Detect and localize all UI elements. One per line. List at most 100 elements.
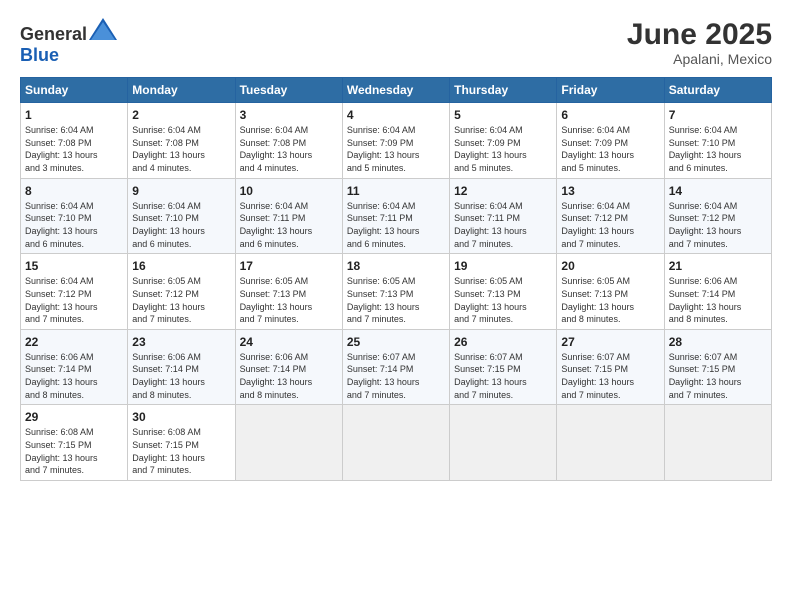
day-info: Sunrise: 6:04 AM Sunset: 7:10 PM Dayligh…	[132, 200, 230, 250]
day-cell-8: 8Sunrise: 6:04 AM Sunset: 7:10 PM Daylig…	[21, 178, 128, 254]
day-number: 19	[454, 258, 552, 274]
day-cell-18: 18Sunrise: 6:05 AM Sunset: 7:13 PM Dayli…	[342, 254, 449, 330]
day-number: 12	[454, 183, 552, 199]
day-info: Sunrise: 6:05 AM Sunset: 7:13 PM Dayligh…	[561, 275, 659, 325]
day-cell-20: 20Sunrise: 6:05 AM Sunset: 7:13 PM Dayli…	[557, 254, 664, 330]
empty-cell	[450, 405, 557, 481]
day-cell-10: 10Sunrise: 6:04 AM Sunset: 7:11 PM Dayli…	[235, 178, 342, 254]
title-block: June 2025 Apalani, Mexico	[627, 18, 772, 67]
empty-cell	[664, 405, 771, 481]
day-cell-24: 24Sunrise: 6:06 AM Sunset: 7:14 PM Dayli…	[235, 329, 342, 405]
day-number: 27	[561, 334, 659, 350]
day-number: 30	[132, 409, 230, 425]
day-info: Sunrise: 6:04 AM Sunset: 7:09 PM Dayligh…	[561, 124, 659, 174]
week-row-2: 8Sunrise: 6:04 AM Sunset: 7:10 PM Daylig…	[21, 178, 772, 254]
day-number: 28	[669, 334, 767, 350]
day-cell-27: 27Sunrise: 6:07 AM Sunset: 7:15 PM Dayli…	[557, 329, 664, 405]
day-cell-11: 11Sunrise: 6:04 AM Sunset: 7:11 PM Dayli…	[342, 178, 449, 254]
day-info: Sunrise: 6:06 AM Sunset: 7:14 PM Dayligh…	[25, 351, 123, 401]
day-number: 2	[132, 107, 230, 123]
day-number: 18	[347, 258, 445, 274]
day-cell-25: 25Sunrise: 6:07 AM Sunset: 7:14 PM Dayli…	[342, 329, 449, 405]
day-info: Sunrise: 6:04 AM Sunset: 7:09 PM Dayligh…	[454, 124, 552, 174]
day-info: Sunrise: 6:04 AM Sunset: 7:11 PM Dayligh…	[454, 200, 552, 250]
day-info: Sunrise: 6:04 AM Sunset: 7:11 PM Dayligh…	[240, 200, 338, 250]
day-cell-30: 30Sunrise: 6:08 AM Sunset: 7:15 PM Dayli…	[128, 405, 235, 481]
day-number: 20	[561, 258, 659, 274]
day-cell-26: 26Sunrise: 6:07 AM Sunset: 7:15 PM Dayli…	[450, 329, 557, 405]
col-header-wednesday: Wednesday	[342, 78, 449, 103]
day-number: 14	[669, 183, 767, 199]
day-cell-28: 28Sunrise: 6:07 AM Sunset: 7:15 PM Dayli…	[664, 329, 771, 405]
day-info: Sunrise: 6:07 AM Sunset: 7:14 PM Dayligh…	[347, 351, 445, 401]
day-cell-22: 22Sunrise: 6:06 AM Sunset: 7:14 PM Dayli…	[21, 329, 128, 405]
day-number: 24	[240, 334, 338, 350]
day-info: Sunrise: 6:04 AM Sunset: 7:08 PM Dayligh…	[240, 124, 338, 174]
day-cell-29: 29Sunrise: 6:08 AM Sunset: 7:15 PM Dayli…	[21, 405, 128, 481]
day-number: 9	[132, 183, 230, 199]
col-header-saturday: Saturday	[664, 78, 771, 103]
day-info: Sunrise: 6:05 AM Sunset: 7:13 PM Dayligh…	[347, 275, 445, 325]
day-number: 26	[454, 334, 552, 350]
day-cell-3: 3Sunrise: 6:04 AM Sunset: 7:08 PM Daylig…	[235, 103, 342, 179]
day-number: 11	[347, 183, 445, 199]
day-info: Sunrise: 6:05 AM Sunset: 7:12 PM Dayligh…	[132, 275, 230, 325]
day-cell-21: 21Sunrise: 6:06 AM Sunset: 7:14 PM Dayli…	[664, 254, 771, 330]
day-cell-7: 7Sunrise: 6:04 AM Sunset: 7:10 PM Daylig…	[664, 103, 771, 179]
week-row-5: 29Sunrise: 6:08 AM Sunset: 7:15 PM Dayli…	[21, 405, 772, 481]
logo-blue: Blue	[20, 45, 59, 65]
month-title: June 2025	[627, 18, 772, 51]
logo-icon	[89, 18, 117, 40]
day-number: 22	[25, 334, 123, 350]
day-info: Sunrise: 6:05 AM Sunset: 7:13 PM Dayligh…	[454, 275, 552, 325]
col-header-tuesday: Tuesday	[235, 78, 342, 103]
logo-general: General	[20, 24, 87, 44]
day-info: Sunrise: 6:07 AM Sunset: 7:15 PM Dayligh…	[454, 351, 552, 401]
location: Apalani, Mexico	[627, 51, 772, 67]
day-info: Sunrise: 6:07 AM Sunset: 7:15 PM Dayligh…	[561, 351, 659, 401]
day-cell-1: 1Sunrise: 6:04 AM Sunset: 7:08 PM Daylig…	[21, 103, 128, 179]
day-number: 23	[132, 334, 230, 350]
day-info: Sunrise: 6:06 AM Sunset: 7:14 PM Dayligh…	[132, 351, 230, 401]
day-cell-2: 2Sunrise: 6:04 AM Sunset: 7:08 PM Daylig…	[128, 103, 235, 179]
day-info: Sunrise: 6:04 AM Sunset: 7:10 PM Dayligh…	[25, 200, 123, 250]
calendar-table: SundayMondayTuesdayWednesdayThursdayFrid…	[20, 77, 772, 481]
day-number: 21	[669, 258, 767, 274]
day-info: Sunrise: 6:04 AM Sunset: 7:12 PM Dayligh…	[25, 275, 123, 325]
day-info: Sunrise: 6:04 AM Sunset: 7:08 PM Dayligh…	[25, 124, 123, 174]
empty-cell	[557, 405, 664, 481]
day-number: 1	[25, 107, 123, 123]
day-cell-6: 6Sunrise: 6:04 AM Sunset: 7:09 PM Daylig…	[557, 103, 664, 179]
day-cell-4: 4Sunrise: 6:04 AM Sunset: 7:09 PM Daylig…	[342, 103, 449, 179]
day-cell-14: 14Sunrise: 6:04 AM Sunset: 7:12 PM Dayli…	[664, 178, 771, 254]
day-number: 29	[25, 409, 123, 425]
day-cell-16: 16Sunrise: 6:05 AM Sunset: 7:12 PM Dayli…	[128, 254, 235, 330]
day-number: 8	[25, 183, 123, 199]
day-cell-17: 17Sunrise: 6:05 AM Sunset: 7:13 PM Dayli…	[235, 254, 342, 330]
week-row-4: 22Sunrise: 6:06 AM Sunset: 7:14 PM Dayli…	[21, 329, 772, 405]
day-cell-5: 5Sunrise: 6:04 AM Sunset: 7:09 PM Daylig…	[450, 103, 557, 179]
logo-text: General Blue	[20, 18, 117, 66]
col-header-sunday: Sunday	[21, 78, 128, 103]
day-number: 7	[669, 107, 767, 123]
day-cell-23: 23Sunrise: 6:06 AM Sunset: 7:14 PM Dayli…	[128, 329, 235, 405]
day-info: Sunrise: 6:04 AM Sunset: 7:08 PM Dayligh…	[132, 124, 230, 174]
day-number: 6	[561, 107, 659, 123]
logo: General Blue	[20, 18, 117, 66]
empty-cell	[342, 405, 449, 481]
col-header-friday: Friday	[557, 78, 664, 103]
day-cell-9: 9Sunrise: 6:04 AM Sunset: 7:10 PM Daylig…	[128, 178, 235, 254]
day-info: Sunrise: 6:05 AM Sunset: 7:13 PM Dayligh…	[240, 275, 338, 325]
col-header-monday: Monday	[128, 78, 235, 103]
day-info: Sunrise: 6:06 AM Sunset: 7:14 PM Dayligh…	[240, 351, 338, 401]
day-cell-12: 12Sunrise: 6:04 AM Sunset: 7:11 PM Dayli…	[450, 178, 557, 254]
day-info: Sunrise: 6:04 AM Sunset: 7:12 PM Dayligh…	[669, 200, 767, 250]
day-info: Sunrise: 6:04 AM Sunset: 7:11 PM Dayligh…	[347, 200, 445, 250]
col-header-thursday: Thursday	[450, 78, 557, 103]
day-number: 4	[347, 107, 445, 123]
day-number: 17	[240, 258, 338, 274]
day-number: 13	[561, 183, 659, 199]
day-number: 3	[240, 107, 338, 123]
day-cell-19: 19Sunrise: 6:05 AM Sunset: 7:13 PM Dayli…	[450, 254, 557, 330]
empty-cell	[235, 405, 342, 481]
